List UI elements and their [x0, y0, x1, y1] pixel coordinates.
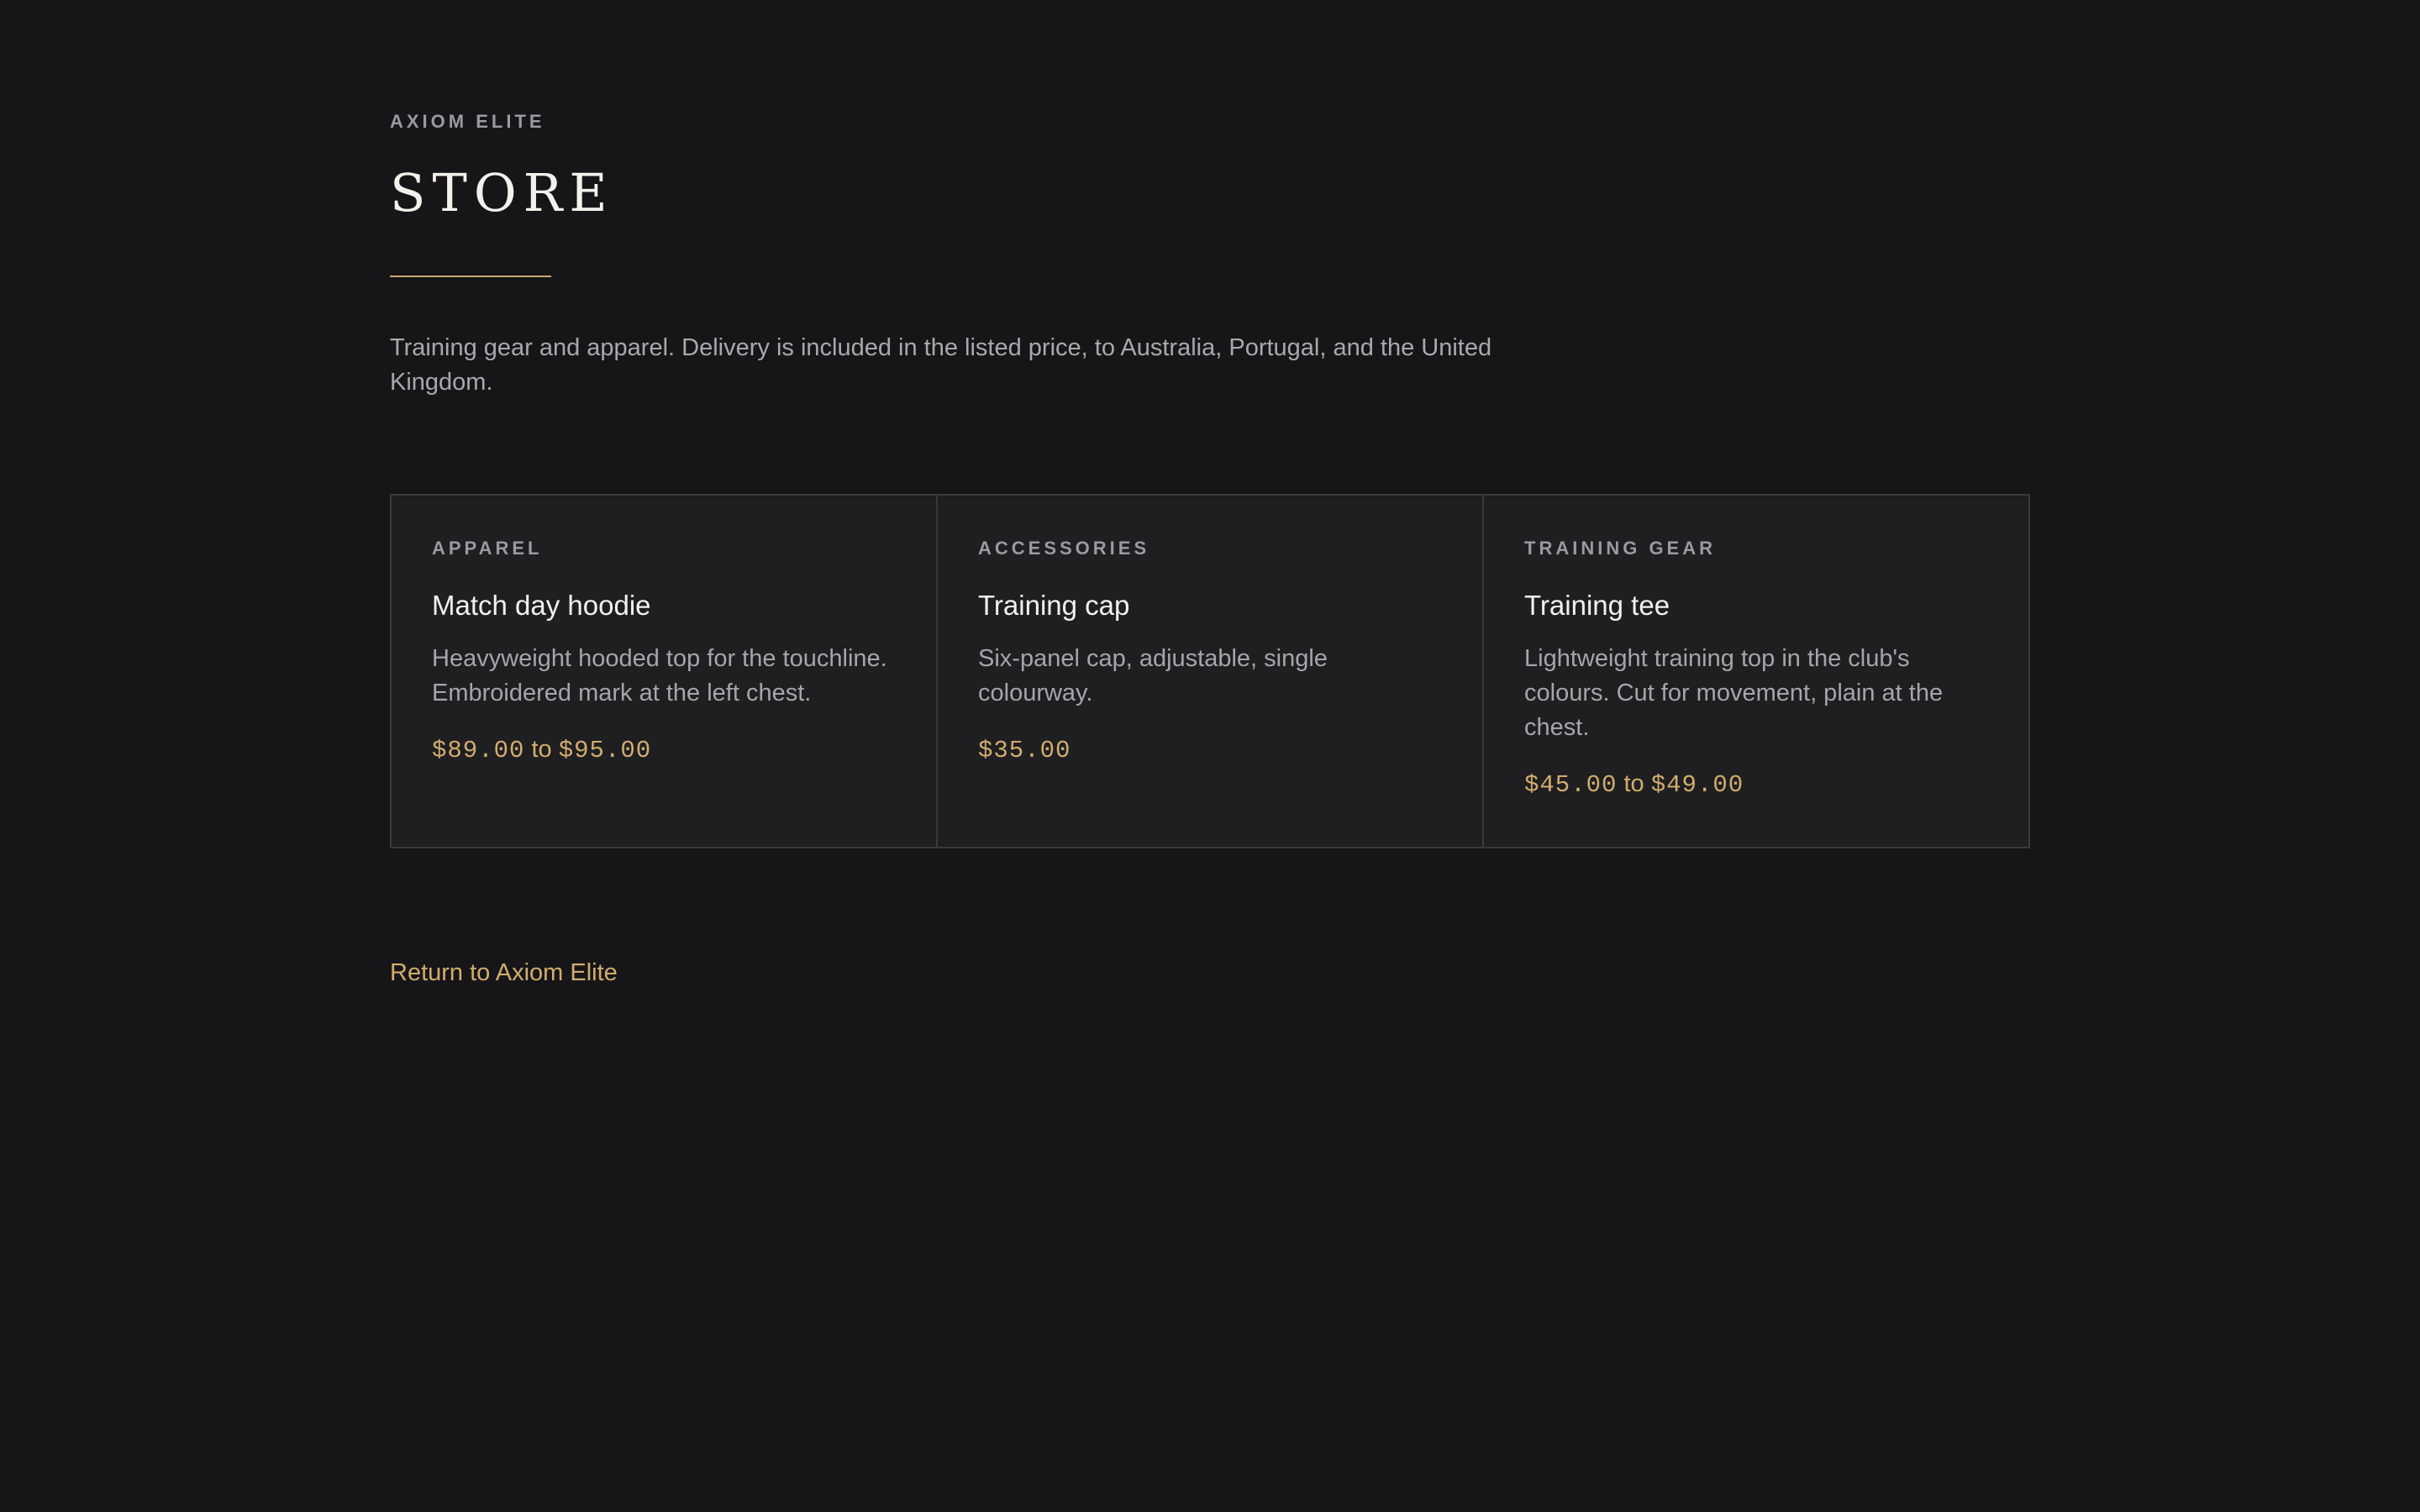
price-high: $49.00: [1650, 771, 1744, 799]
price-separator: to: [1617, 770, 1651, 797]
product-card-tee[interactable]: TRAINING GEAR Training tee Lightweight t…: [1484, 496, 2028, 847]
product-price: $89.00 to $95.00: [432, 732, 896, 768]
product-price: $35.00: [978, 732, 1442, 768]
title-divider: [390, 276, 551, 277]
product-name[interactable]: Training cap: [978, 588, 1442, 623]
product-price: $45.00 to $49.00: [1524, 767, 1988, 802]
price-high: $95.00: [558, 737, 652, 764]
store-page: AXIOM ELITE STORE Training gear and appa…: [0, 0, 2420, 1512]
product-name[interactable]: Match day hoodie: [432, 588, 896, 623]
product-description: Lightweight training top in the club's c…: [1524, 645, 1944, 741]
product-description: Six-panel cap, adjustable, single colour…: [978, 645, 1328, 706]
product-category: ACCESSORIES: [978, 538, 1150, 559]
product-card-cap[interactable]: ACCESSORIES Training cap Six-panel cap, …: [938, 496, 1484, 847]
page-title: STORE: [390, 162, 614, 223]
product-category: TRAINING GEAR: [1524, 538, 1716, 559]
brand-eyebrow: AXIOM ELITE: [390, 111, 545, 132]
product-grid: APPAREL Match day hoodie Heavyweight hoo…: [390, 494, 2030, 848]
price-low: $35.00: [978, 737, 1071, 764]
price-low: $45.00: [1524, 771, 1618, 799]
product-name[interactable]: Training tee: [1524, 588, 1988, 623]
product-card-hoodie[interactable]: APPAREL Match day hoodie Heavyweight hoo…: [392, 496, 938, 847]
product-description: Heavyweight hooded top for the touchline…: [432, 645, 887, 706]
return-home-link[interactable]: Return to Axiom Elite: [390, 956, 618, 990]
price-low: $89.00: [432, 737, 525, 764]
price-separator: to: [524, 736, 559, 763]
product-category: APPAREL: [432, 538, 543, 559]
store-intro: Training gear and apparel. Delivery is i…: [390, 334, 1492, 396]
